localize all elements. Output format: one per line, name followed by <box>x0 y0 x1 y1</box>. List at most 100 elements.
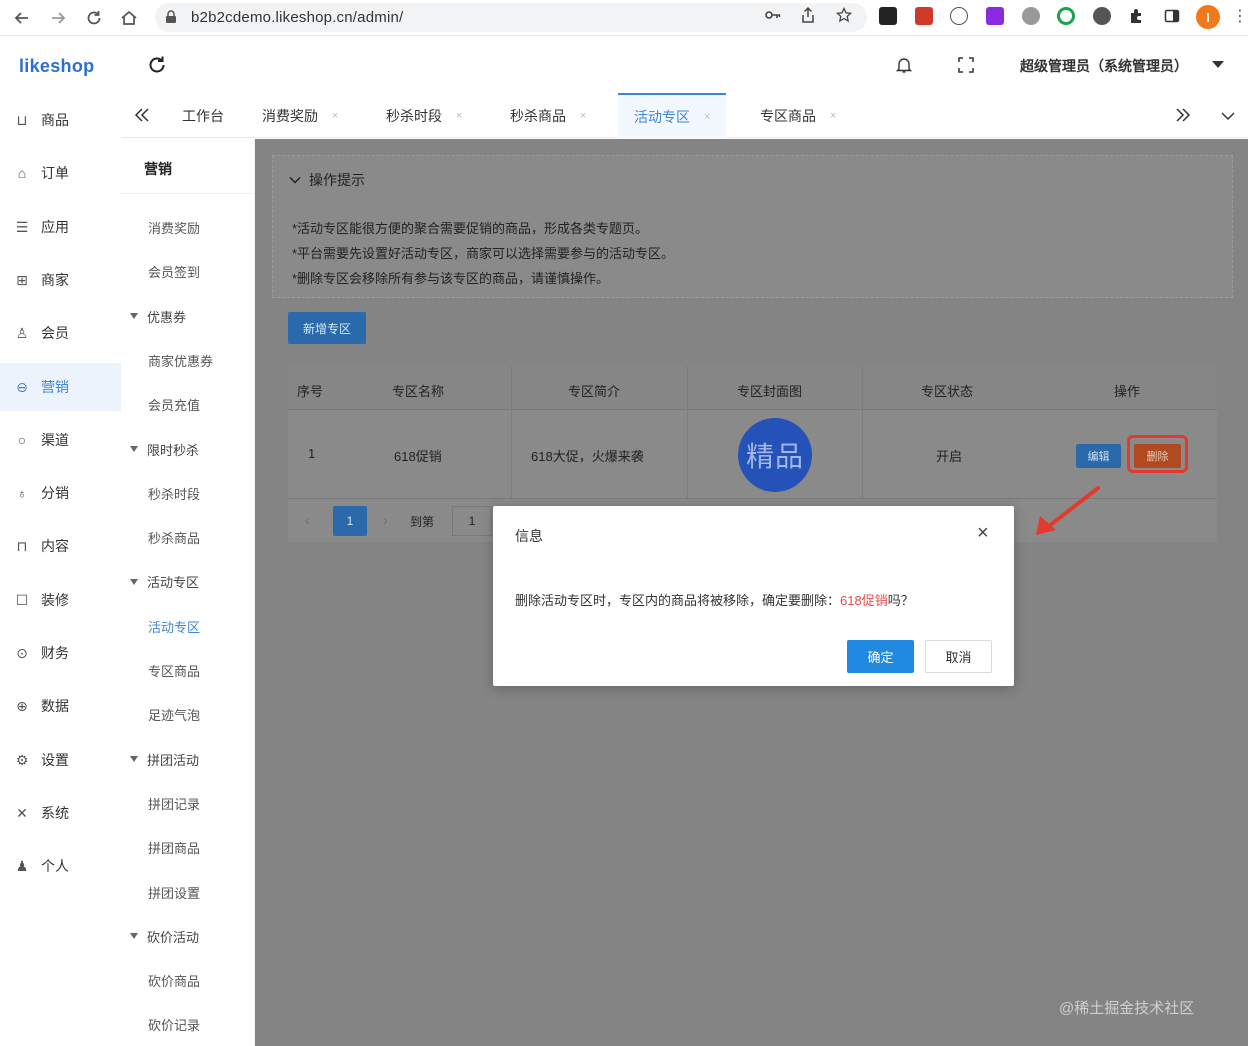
main-menu-label: 渠道 <box>41 431 69 448</box>
add-zone-button[interactable]: 新增专区 <box>288 312 366 344</box>
sub-menu-item[interactable]: 商家优惠券 <box>148 351 213 370</box>
page-next-icon[interactable]: › <box>383 512 388 528</box>
sub-menu-group-label: 活动专区 <box>147 575 200 591</box>
profile-avatar[interactable]: I <box>1196 5 1220 29</box>
page-button-current[interactable]: 1 <box>333 506 367 536</box>
tabs-dropdown-icon[interactable] <box>1220 108 1236 124</box>
main-menu-item[interactable]: ⊙ 财务 <box>0 629 121 677</box>
caret-down-icon <box>130 578 138 585</box>
key-icon[interactable] <box>764 6 782 24</box>
person-icon: ♙ <box>15 325 29 342</box>
sub-menu-item[interactable]: 拼团设置 <box>148 883 200 902</box>
forward-icon[interactable] <box>45 5 71 31</box>
home-icon[interactable] <box>116 5 142 31</box>
tab[interactable]: 专区商品 × <box>760 93 836 138</box>
extensions-puzzle-icon[interactable] <box>1127 7 1145 25</box>
sub-menu-item[interactable]: 砍价商品 <box>148 971 200 990</box>
bookmark-star-icon[interactable] <box>835 6 853 24</box>
sub-menu-item[interactable]: 足迹气泡 <box>148 705 200 724</box>
dialog-message-highlight: 618促销 <box>840 593 888 608</box>
reload-icon[interactable] <box>81 5 107 31</box>
extension-red-icon[interactable] <box>915 7 933 25</box>
tips-toggle[interactable]: 操作提示 <box>289 170 365 190</box>
main-menu-item[interactable]: ⊔ 商品 <box>0 96 121 144</box>
column-header-name: 专区名称 <box>392 384 445 399</box>
sub-menu-item[interactable]: 秒杀商品 <box>148 528 200 547</box>
tab-close-icon[interactable]: × <box>580 110 586 122</box>
extension-gray-icon[interactable] <box>1022 7 1040 25</box>
extension-gear-icon[interactable] <box>1093 7 1111 25</box>
main-menu-item[interactable]: ⊖ 营销 <box>0 362 121 411</box>
tab-close-icon[interactable]: × <box>704 111 710 123</box>
tab[interactable]: 消费奖励 × <box>262 93 338 138</box>
tab-close-icon[interactable]: × <box>332 110 338 122</box>
caret-down-icon <box>130 933 138 940</box>
extension-face-icon[interactable] <box>950 7 968 25</box>
sub-menu-item[interactable]: 活动专区 <box>148 617 200 636</box>
sub-menu-item[interactable]: 秒杀时段 <box>148 484 200 503</box>
tab-label: 秒杀商品 <box>510 107 566 124</box>
marketing-icon: ⊖ <box>16 378 28 395</box>
cancel-button[interactable]: 取消 <box>925 640 992 673</box>
delete-button[interactable]: 删除 <box>1134 444 1181 468</box>
tab[interactable]: 秒杀时段 × <box>386 93 462 138</box>
page-goto-label: 到第 <box>410 515 435 529</box>
address-bar[interactable]: b2b2cdemo.likeshop.cn/admin/ <box>155 3 867 32</box>
main-menu-item[interactable]: ○ 渠道 <box>0 416 121 464</box>
sub-menu-item[interactable]: 会员充值 <box>148 395 200 414</box>
sub-menu-group[interactable]: 砍价活动 <box>130 927 199 946</box>
sub-menu-group[interactable]: 优惠券 <box>130 307 186 326</box>
share-icon[interactable] <box>799 6 817 24</box>
main-menu-label: 会员 <box>41 325 69 342</box>
main-menu-item[interactable]: ⊕ 数据 <box>0 682 121 730</box>
refresh-icon[interactable] <box>146 54 168 76</box>
tabs-scroll-left-icon[interactable] <box>133 106 151 124</box>
sub-menu-group[interactable]: 限时秒杀 <box>130 440 199 459</box>
close-icon[interactable]: × <box>977 523 989 543</box>
sub-menu-item[interactable]: 砍价记录 <box>148 1015 200 1034</box>
fullscreen-icon[interactable] <box>957 56 975 74</box>
sub-menu-item[interactable]: 拼团记录 <box>148 794 200 813</box>
sub-menu-item[interactable]: 拼团商品 <box>148 838 200 857</box>
sub-menu-item[interactable]: 会员签到 <box>148 262 200 281</box>
extension-purple-icon[interactable] <box>986 7 1004 25</box>
tab[interactable]: 秒杀商品 × <box>510 93 586 138</box>
tab[interactable]: 工作台 <box>182 93 224 138</box>
tabs-scroll-right-icon[interactable] <box>1174 106 1192 124</box>
sub-menu-item[interactable]: 消费奖励 <box>148 218 200 237</box>
page-goto-input[interactable]: 1 <box>452 506 492 536</box>
tab-close-icon[interactable]: × <box>830 110 836 122</box>
main-menu-item[interactable]: ♟ 个人 <box>0 842 121 890</box>
main-menu-item[interactable]: ⌂ 订单 <box>0 149 121 197</box>
main-menu-label: 装修 <box>41 591 69 608</box>
logo: likeshop <box>19 56 95 76</box>
main-menu-item[interactable]: ⚙ 设置 <box>0 736 121 784</box>
notification-bell-icon[interactable] <box>895 56 913 74</box>
divider <box>121 193 255 194</box>
extension-green-ring-icon[interactable] <box>1057 7 1075 25</box>
main-menu-label: 商品 <box>41 112 69 128</box>
sub-menu: 营销 消费奖励 会员签到 优惠券 商家优惠券 会员充值 限时秒杀 秒杀时段 秒杀商品 活动专区活… <box>121 139 255 1046</box>
extension-md-icon[interactable] <box>879 7 897 25</box>
sub-menu-group[interactable]: 活动专区 <box>130 572 199 591</box>
edit-button[interactable]: 编辑 <box>1076 444 1121 468</box>
main-menu-label: 财务 <box>41 645 69 661</box>
main-menu-item[interactable]: ⊓ 内容 <box>0 522 121 570</box>
sub-menu-item[interactable]: 专区商品 <box>148 661 200 680</box>
main-menu-item[interactable]: ⊞ 商家 <box>0 256 121 304</box>
tab[interactable]: 活动专区 × <box>618 93 727 138</box>
main-menu-item[interactable]: ♙ 会员 <box>0 309 121 357</box>
confirm-button[interactable]: 确定 <box>847 640 914 673</box>
back-icon[interactable] <box>9 5 35 31</box>
chevron-down-icon[interactable] <box>1212 61 1224 68</box>
sidepanel-icon[interactable] <box>1163 7 1181 25</box>
main-menu-item[interactable]: ✕ 系统 <box>0 789 121 837</box>
browser-menu-icon[interactable]: ⋮ <box>1232 8 1248 26</box>
page-prev-icon[interactable]: ‹ <box>305 512 310 528</box>
tab-close-icon[interactable]: × <box>456 110 462 122</box>
main-menu-item[interactable]: ☰ 应用 <box>0 203 121 251</box>
main-menu-item[interactable]: ♁ 分销 <box>0 469 121 517</box>
main-menu-item[interactable]: ☐ 装修 <box>0 576 121 624</box>
sub-menu-group[interactable]: 拼团活动 <box>130 750 199 769</box>
user-name[interactable]: 超级管理员（系统管理员） <box>1020 56 1188 76</box>
